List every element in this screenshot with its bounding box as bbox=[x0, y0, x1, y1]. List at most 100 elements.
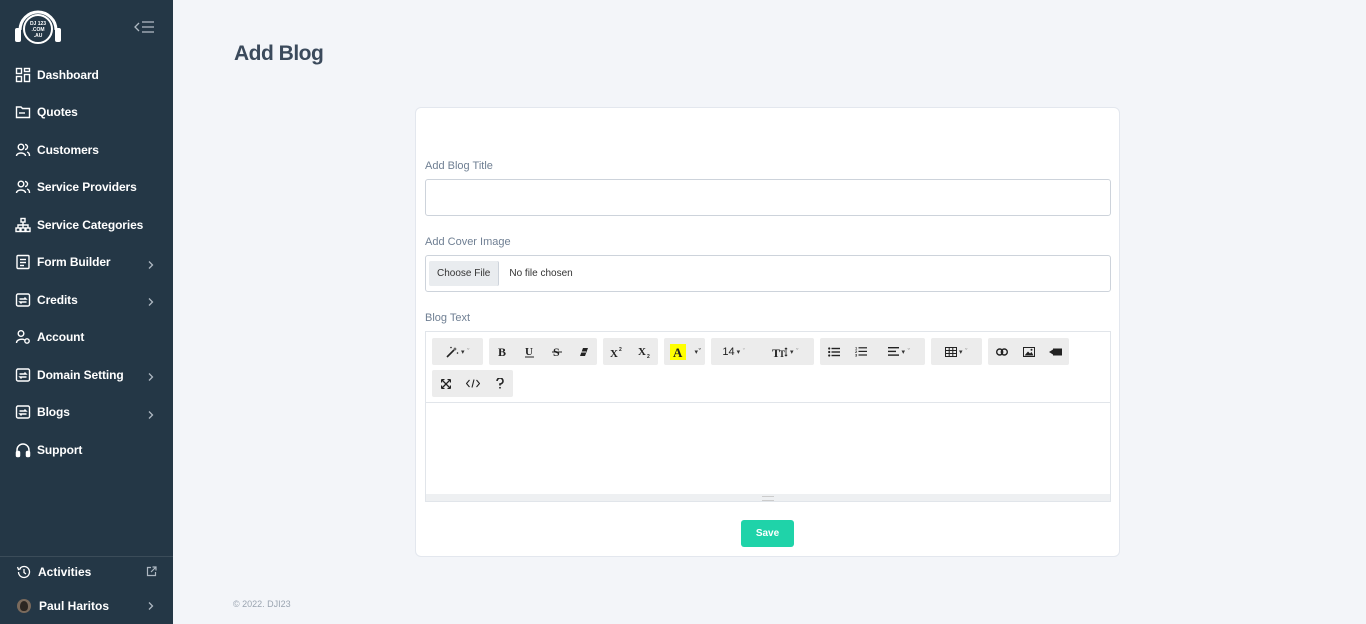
underline-button[interactable]: U bbox=[516, 338, 543, 365]
superscript-icon: X2 bbox=[610, 347, 622, 358]
numbered-list-icon: 123 bbox=[855, 346, 867, 357]
font-size-dropdown[interactable]: 14 ▾ ˇ bbox=[711, 338, 757, 365]
sidebar-item-account[interactable]: Account bbox=[0, 319, 173, 357]
font-style-group: B U S bbox=[489, 338, 597, 365]
hierarchy-icon bbox=[15, 217, 31, 233]
cover-image-file-input[interactable]: Choose File No file chosen bbox=[425, 255, 1111, 292]
users-icon bbox=[15, 179, 31, 195]
sidebar-item-label: Blogs bbox=[37, 405, 70, 420]
user-name: Paul Haritos bbox=[39, 599, 110, 613]
sidebar-item-domain-setting[interactable]: Domain Setting bbox=[0, 356, 173, 394]
fullscreen-icon bbox=[440, 378, 451, 389]
magic-wand-icon bbox=[445, 346, 459, 358]
color-dropdown-toggle[interactable]: ▾ˇ bbox=[691, 338, 705, 365]
highlight-color-button[interactable]: A bbox=[664, 338, 691, 365]
help-icon bbox=[495, 378, 504, 389]
bullet-list-button[interactable] bbox=[820, 338, 847, 365]
superscript-button[interactable]: X2 bbox=[603, 338, 630, 365]
numbered-list-button[interactable]: 123 bbox=[847, 338, 874, 365]
chevron-right-icon bbox=[147, 257, 155, 269]
cover-image-label: Add Cover Image bbox=[425, 236, 511, 248]
save-button[interactable]: Save bbox=[741, 520, 794, 547]
line-height-dropdown[interactable]: TT ▾ ˇ bbox=[757, 338, 814, 365]
chevron-right-icon bbox=[147, 407, 155, 419]
image-icon bbox=[1022, 346, 1035, 357]
view-group bbox=[432, 370, 513, 397]
sidebar-nav: Dashboard Quotes Customers Service Provi… bbox=[0, 56, 173, 469]
script-group: X2 X2 bbox=[603, 338, 658, 365]
insert-video-button[interactable] bbox=[1042, 338, 1069, 365]
style-group: ▾ ˇ bbox=[432, 338, 483, 365]
code-view-button[interactable] bbox=[459, 370, 486, 397]
sidebar-item-label: Service Categories bbox=[37, 217, 144, 232]
bold-button[interactable]: B bbox=[489, 338, 516, 365]
table-group: ▾ ˇ bbox=[931, 338, 982, 365]
font-size-value: 14 bbox=[722, 345, 735, 358]
folder-icon bbox=[15, 104, 31, 120]
sidebar-item-label: Dashboard bbox=[37, 67, 99, 82]
choose-file-button[interactable]: Choose File bbox=[429, 261, 500, 286]
transfer-icon bbox=[15, 292, 31, 308]
external-link-icon[interactable] bbox=[146, 566, 157, 577]
svg-text:X: X bbox=[610, 348, 618, 358]
chevron-right-icon bbox=[147, 294, 155, 306]
color-group: A ▾ˇ bbox=[664, 338, 705, 365]
subscript-button[interactable]: X2 bbox=[630, 338, 658, 365]
headphones-icon bbox=[15, 442, 31, 458]
svg-text:.AU: .AU bbox=[34, 33, 43, 39]
svg-text:U: U bbox=[525, 346, 533, 358]
sidebar-item-label: Domain Setting bbox=[37, 367, 124, 382]
insert-link-button[interactable] bbox=[988, 338, 1015, 365]
user-profile-item[interactable]: Paul Haritos bbox=[0, 591, 173, 621]
form-icon bbox=[15, 254, 31, 270]
help-button[interactable] bbox=[486, 370, 513, 397]
chevron-right-icon bbox=[147, 601, 155, 611]
blog-title-input[interactable] bbox=[425, 179, 1111, 216]
sidebar-item-label: Credits bbox=[37, 292, 78, 307]
eraser-icon bbox=[579, 347, 588, 356]
collapse-sidebar-icon[interactable] bbox=[134, 19, 156, 35]
sidebar-item-label: Support bbox=[37, 442, 83, 457]
insert-image-button[interactable] bbox=[1015, 338, 1042, 365]
style-dropdown-button[interactable]: ▾ ˇ bbox=[432, 338, 483, 365]
sidebar-item-dashboard[interactable]: Dashboard bbox=[0, 56, 173, 94]
insert-group bbox=[988, 338, 1069, 365]
editor-resize-handle[interactable] bbox=[426, 494, 1110, 501]
font-size-group: 14 ▾ ˇ TT ▾ ˇ bbox=[711, 338, 814, 365]
svg-text:T: T bbox=[779, 349, 785, 358]
table-icon bbox=[944, 346, 957, 357]
sidebar-item-credits[interactable]: Credits bbox=[0, 281, 173, 319]
font-color-icon: A bbox=[669, 343, 686, 360]
blog-text-label: Blog Text bbox=[425, 312, 471, 324]
footer-copyright: © 2022. DJI23 bbox=[233, 599, 291, 609]
strikethrough-button[interactable]: S bbox=[543, 338, 570, 365]
strikethrough-icon: S bbox=[551, 346, 562, 357]
fullscreen-button[interactable] bbox=[432, 370, 459, 397]
video-icon bbox=[1049, 348, 1062, 355]
sidebar-item-quotes[interactable]: Quotes bbox=[0, 94, 173, 132]
align-dropdown[interactable]: ▾ ˇ bbox=[874, 338, 925, 365]
sidebar-item-label: Form Builder bbox=[37, 255, 111, 270]
dj123-logo[interactable]: DJ 123 .COM .AU bbox=[14, 6, 62, 46]
activities-item[interactable]: Activities bbox=[0, 557, 173, 587]
history-icon bbox=[16, 564, 32, 580]
sidebar-item-support[interactable]: Support bbox=[0, 431, 173, 469]
paragraph-group: 123 ▾ ˇ bbox=[820, 338, 925, 365]
sidebar-item-label: Service Providers bbox=[37, 180, 137, 195]
svg-text:X: X bbox=[638, 346, 646, 358]
sidebar-item-customers[interactable]: Customers bbox=[0, 131, 173, 169]
activities-label: Activities bbox=[38, 565, 92, 579]
link-icon bbox=[995, 347, 1008, 356]
editor-content-area[interactable] bbox=[426, 404, 1110, 494]
bullet-list-icon bbox=[827, 346, 840, 357]
sidebar-item-service-providers[interactable]: Service Providers bbox=[0, 169, 173, 207]
code-icon bbox=[465, 379, 480, 388]
clear-format-button[interactable] bbox=[570, 338, 597, 365]
add-blog-form-card: Add Blog Title Add Cover Image Choose Fi… bbox=[415, 107, 1120, 557]
sidebar-item-service-categories[interactable]: Service Categories bbox=[0, 206, 173, 244]
sidebar-item-blogs[interactable]: Blogs bbox=[0, 394, 173, 432]
sidebar-item-form-builder[interactable]: Form Builder bbox=[0, 244, 173, 282]
sidebar-item-label: Quotes bbox=[37, 105, 78, 120]
table-dropdown[interactable]: ▾ ˇ bbox=[931, 338, 982, 365]
text-height-icon: TT bbox=[772, 346, 788, 358]
